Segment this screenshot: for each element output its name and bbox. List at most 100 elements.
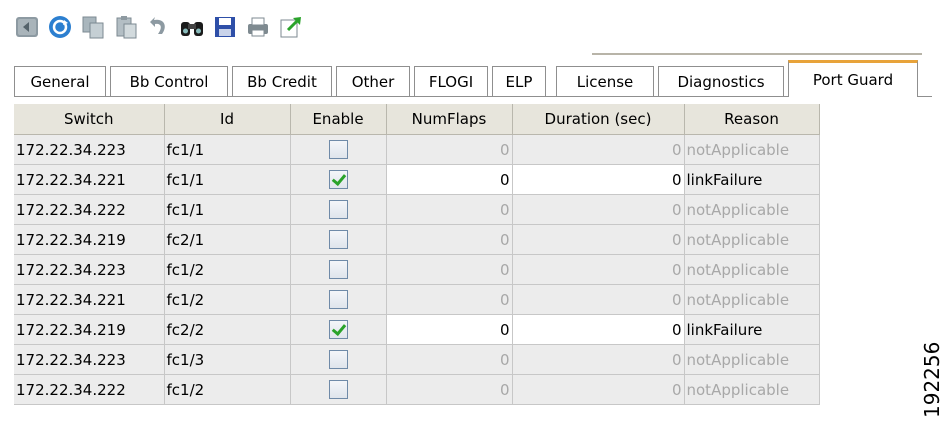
back-icon[interactable] <box>12 12 42 42</box>
cell-numflaps[interactable]: 0 <box>386 314 513 345</box>
cell-enable[interactable] <box>290 314 387 345</box>
cell-switch[interactable]: 172.22.34.222 <box>14 374 165 405</box>
cell-duration: 0 <box>512 374 685 405</box>
table-row[interactable]: 172.22.34.222 fc1/2 0 0 notApplicable <box>14 374 820 405</box>
column-header-enable[interactable]: Enable <box>290 104 387 135</box>
cell-reason: linkFailure <box>684 164 820 195</box>
cell-numflaps: 0 <box>386 194 513 225</box>
cell-reason: notApplicable <box>684 134 820 165</box>
cell-switch[interactable]: 172.22.34.219 <box>14 314 165 345</box>
cell-duration: 0 <box>512 344 685 375</box>
column-header-reason[interactable]: Reason <box>684 104 820 135</box>
cell-id[interactable]: fc1/2 <box>164 284 291 315</box>
enable-checkbox[interactable] <box>328 290 348 309</box>
cell-id[interactable]: fc2/2 <box>164 314 291 345</box>
port-guard-table: Switch Id Enable NumFlaps Duration (sec)… <box>14 104 820 405</box>
enable-checkbox[interactable] <box>328 140 348 159</box>
column-header-duration[interactable]: Duration (sec) <box>512 104 685 135</box>
table-row[interactable]: 172.22.34.219 fc2/2 0 0 linkFailure <box>14 314 820 345</box>
enable-checkbox[interactable] <box>328 200 348 219</box>
cell-switch[interactable]: 172.22.34.223 <box>14 344 165 375</box>
figure-code: 192256 <box>920 341 944 419</box>
enable-checkbox[interactable] <box>328 320 348 339</box>
cell-duration[interactable]: 0 <box>512 164 685 195</box>
tab-flogi[interactable]: FLOGI <box>414 66 488 96</box>
tab-general[interactable]: General <box>14 66 106 96</box>
cell-enable[interactable] <box>290 374 387 405</box>
cell-enable[interactable] <box>290 254 387 285</box>
column-header-id[interactable]: Id <box>164 104 291 135</box>
save-icon[interactable] <box>210 12 240 42</box>
cell-numflaps: 0 <box>386 344 513 375</box>
cell-enable[interactable] <box>290 344 387 375</box>
cell-numflaps: 0 <box>386 374 513 405</box>
table-row[interactable]: 172.22.34.221 fc1/1 0 0 linkFailure <box>14 164 820 195</box>
table-row[interactable]: 172.22.34.221 fc1/2 0 0 notApplicable <box>14 284 820 315</box>
cell-enable[interactable] <box>290 164 387 195</box>
tab-diagnostics[interactable]: Diagnostics <box>658 66 784 96</box>
enable-checkbox[interactable] <box>328 380 348 399</box>
table-header-row: Switch Id Enable NumFlaps Duration (sec)… <box>14 104 820 135</box>
refresh-icon[interactable] <box>45 12 75 42</box>
table-body: 172.22.34.223 fc1/1 0 0 notApplicable 172.22.… <box>14 134 820 405</box>
tab-bb-credit[interactable]: Bb Credit <box>232 66 332 96</box>
cell-duration: 0 <box>512 224 685 255</box>
cell-numflaps: 0 <box>386 224 513 255</box>
tab-other[interactable]: Other <box>336 66 410 96</box>
cell-id[interactable]: fc1/3 <box>164 344 291 375</box>
cell-reason: notApplicable <box>684 284 820 315</box>
cell-numflaps: 0 <box>386 254 513 285</box>
toolbar <box>12 10 309 44</box>
column-header-switch[interactable]: Switch <box>14 104 165 135</box>
tab-elp[interactable]: ELP <box>492 66 546 96</box>
copy-icon[interactable] <box>78 12 108 42</box>
cell-id[interactable]: fc1/1 <box>164 194 291 225</box>
cell-duration: 0 <box>512 134 685 165</box>
cell-enable[interactable] <box>290 194 387 225</box>
cell-reason: notApplicable <box>684 344 820 375</box>
tab-license[interactable]: License <box>556 66 654 96</box>
cell-numflaps[interactable]: 0 <box>386 164 513 195</box>
tab-bb-control[interactable]: Bb Control <box>110 66 228 96</box>
table-row[interactable]: 172.22.34.223 fc1/3 0 0 notApplicable <box>14 344 820 375</box>
cell-enable[interactable] <box>290 224 387 255</box>
cell-switch[interactable]: 172.22.34.223 <box>14 254 165 285</box>
cell-reason: notApplicable <box>684 254 820 285</box>
tab-port-guard[interactable]: Port Guard <box>788 60 918 97</box>
cell-switch[interactable]: 172.22.34.221 <box>14 164 165 195</box>
cell-duration[interactable]: 0 <box>512 314 685 345</box>
table-row[interactable]: 172.22.34.223 fc1/2 0 0 notApplicable <box>14 254 820 285</box>
enable-checkbox[interactable] <box>328 230 348 249</box>
export-icon[interactable] <box>276 12 306 42</box>
cell-switch[interactable]: 172.22.34.221 <box>14 284 165 315</box>
cell-id[interactable]: fc2/1 <box>164 224 291 255</box>
print-icon[interactable] <box>243 12 273 42</box>
enable-checkbox[interactable] <box>328 350 348 369</box>
cell-duration: 0 <box>512 194 685 225</box>
cell-reason: notApplicable <box>684 374 820 405</box>
paste-icon[interactable] <box>111 12 141 42</box>
toolbar-divider <box>592 53 922 55</box>
table-row[interactable]: 172.22.34.222 fc1/1 0 0 notApplicable <box>14 194 820 225</box>
cell-id[interactable]: fc1/1 <box>164 134 291 165</box>
column-header-numflaps[interactable]: NumFlaps <box>386 104 513 135</box>
cell-id[interactable]: fc1/2 <box>164 254 291 285</box>
undo-icon[interactable] <box>144 12 174 42</box>
cell-enable[interactable] <box>290 284 387 315</box>
cell-reason: notApplicable <box>684 224 820 255</box>
enable-checkbox[interactable] <box>328 170 348 189</box>
cell-switch[interactable]: 172.22.34.219 <box>14 224 165 255</box>
cell-enable[interactable] <box>290 134 387 165</box>
table-row[interactable]: 172.22.34.223 fc1/1 0 0 notApplicable <box>14 134 820 165</box>
cell-numflaps: 0 <box>386 284 513 315</box>
table-row[interactable]: 172.22.34.219 fc2/1 0 0 notApplicable <box>14 224 820 255</box>
cell-reason: notApplicable <box>684 194 820 225</box>
cell-duration: 0 <box>512 284 685 315</box>
cell-id[interactable]: fc1/2 <box>164 374 291 405</box>
cell-switch[interactable]: 172.22.34.222 <box>14 194 165 225</box>
cell-duration: 0 <box>512 254 685 285</box>
enable-checkbox[interactable] <box>328 260 348 279</box>
cell-id[interactable]: fc1/1 <box>164 164 291 195</box>
find-icon[interactable] <box>177 12 207 42</box>
cell-switch[interactable]: 172.22.34.223 <box>14 134 165 165</box>
